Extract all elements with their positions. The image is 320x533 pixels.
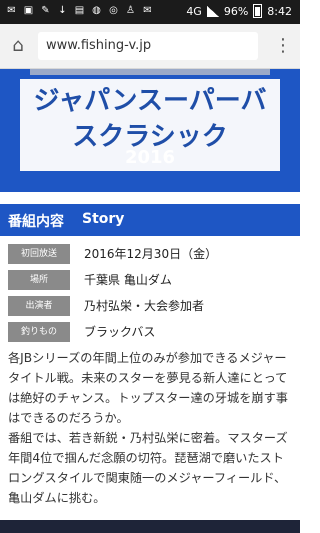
- info-label: 場所: [8, 270, 70, 290]
- network-type: 4G: [186, 4, 202, 18]
- info-label: 釣りもの: [8, 322, 70, 342]
- url-field[interactable]: www.fishing-v.jp: [38, 32, 258, 60]
- info-row-location: 場所 千葉県 亀山ダム: [8, 268, 292, 292]
- briefcase-icon: ▤: [74, 5, 85, 16]
- message-icon: ✉: [7, 5, 16, 16]
- battery-icon: [253, 4, 263, 18]
- info-label: 初回放送: [8, 244, 70, 264]
- info-row-target-fish: 釣りもの ブラックバス: [8, 320, 292, 344]
- mail-icon: ✉: [143, 5, 152, 16]
- next-section-edge: [0, 520, 300, 533]
- info-value: 2016年12月30日（金）: [84, 247, 218, 261]
- instagram-icon: ◎: [109, 5, 118, 16]
- home-icon[interactable]: ⌂: [8, 36, 28, 56]
- info-value: 乃村弘栄・大会参加者: [84, 299, 205, 313]
- line-icon: ◍: [92, 5, 101, 16]
- system-status: 4G 96% 8:42: [186, 4, 292, 18]
- wrench-icon: ✎: [41, 5, 50, 16]
- browser-toolbar: ⌂ www.fishing-v.jp ⋮: [0, 24, 300, 69]
- hero-banner: ジャパンスーパーバ スクラシック: [0, 69, 300, 192]
- description-paragraph-2: 番組では、若き新鋭・乃村弘栄に密着。マスターズ年間4位で掴んだ念願の切符。琵琶湖…: [8, 431, 288, 505]
- info-label: 出演者: [8, 296, 70, 316]
- info-row-broadcast: 初回放送 2016年12月30日（金）: [8, 242, 292, 266]
- info-row-cast: 出演者 乃村弘栄・大会参加者: [8, 294, 292, 318]
- program-description: 各JBシリーズの年間上位のみが参加できるメジャータイトル戦。未来のスターを夢見る…: [8, 348, 292, 508]
- section-title-en: Story: [82, 211, 125, 227]
- program-title: ジャパンスーパーバ スクラシック: [20, 83, 280, 155]
- program-title-line1: ジャパンスーパーバ: [33, 86, 267, 116]
- section-title-jp: 番組内容: [8, 214, 64, 230]
- info-value: ブラックバス: [84, 325, 156, 339]
- signal-icon: [206, 5, 219, 17]
- info-value: 千葉県 亀山ダム: [84, 273, 172, 287]
- status-bar: ✉ ▣ ✎ ↓ ▤ ◍ ◎ ♙ ✉ 4G 96% 8:42: [0, 0, 300, 24]
- hero-image-edge: [30, 69, 270, 75]
- section-header: 番組内容 Story: [0, 204, 300, 236]
- notification-icons: ✉ ▣ ✎ ↓ ▤ ◍ ◎ ♙ ✉: [6, 5, 153, 16]
- walk-icon: ♙: [126, 5, 135, 16]
- description-paragraph-1: 各JBシリーズの年間上位のみが参加できるメジャータイトル戦。未来のスターを夢見る…: [8, 351, 288, 425]
- download-icon: ↓: [58, 5, 67, 16]
- battery-percent: 96%: [223, 4, 249, 18]
- image-icon: ▣: [23, 5, 34, 16]
- program-year: 2016: [124, 147, 176, 168]
- overflow-menu-icon[interactable]: ⋮: [274, 36, 292, 56]
- clock: 8:42: [267, 4, 292, 18]
